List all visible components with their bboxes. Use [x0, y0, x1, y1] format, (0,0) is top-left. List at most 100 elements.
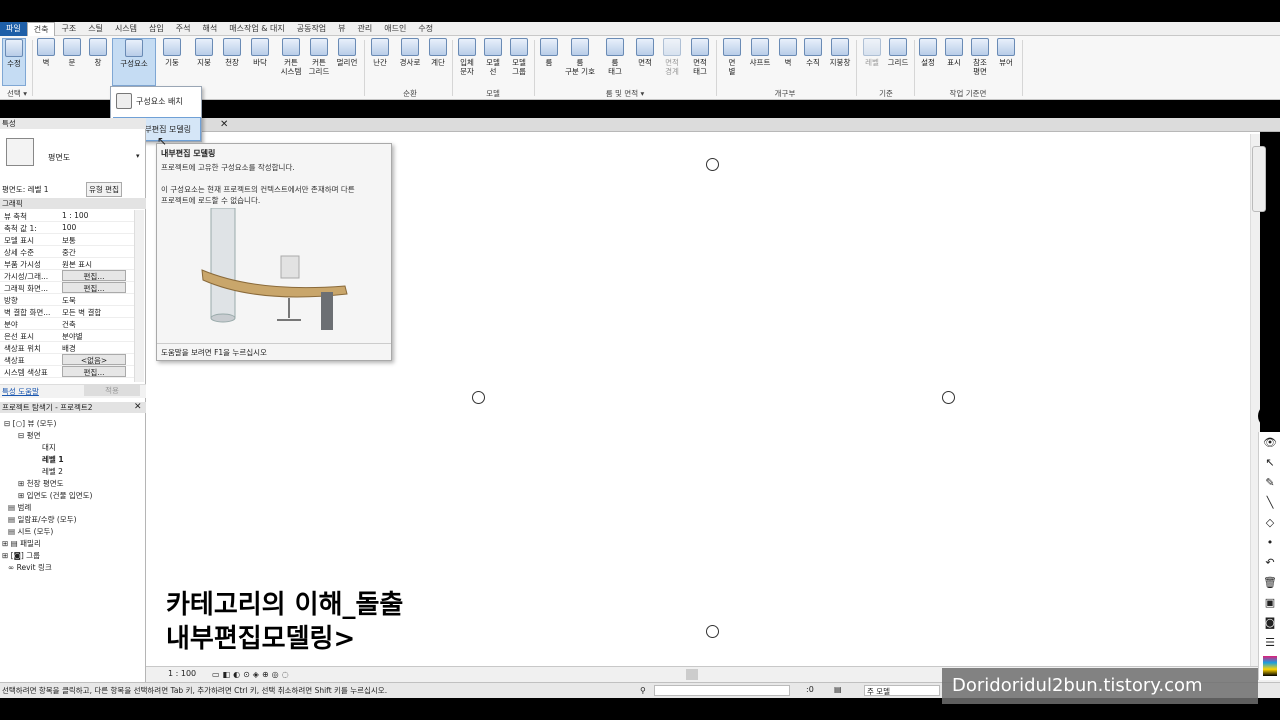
browser-tree-item[interactable]: ⊞ 천장 평면도 [18, 478, 64, 489]
elevation-marker-north[interactable] [706, 158, 719, 171]
browser-tree-item[interactable]: ▤ 시트 (모두) [8, 526, 53, 537]
tab-steel[interactable]: 스틸 [82, 22, 109, 36]
tab-massing-site[interactable]: 매스작업 & 대지 [223, 22, 290, 36]
recorder-toggle[interactable] [1258, 404, 1280, 428]
browser-tree-item[interactable]: 대지 [42, 442, 56, 453]
model-text-button[interactable]: 입체 문자 [455, 38, 479, 76]
column-button[interactable]: 기둥 [160, 38, 184, 67]
viewer-button[interactable]: 뷰어 [994, 38, 1018, 67]
property-row[interactable]: 색상표 <없음> [0, 354, 134, 366]
close-view-icon[interactable]: ✕ [220, 118, 232, 132]
property-value[interactable]: 도북 [62, 295, 126, 306]
door-button[interactable]: 문 [60, 38, 84, 67]
room-area-panel-label[interactable]: 룸 및 면적 ▾ [580, 88, 670, 99]
modify-button[interactable]: 수정 [2, 38, 26, 86]
tab-insert[interactable]: 삽입 [143, 22, 170, 36]
view-control-icons[interactable]: ▭◧◐⊙◈⊕◎◌ [212, 670, 292, 679]
trash-icon[interactable]: 🗑 [1262, 576, 1278, 590]
instance-selector[interactable]: 평면도: 레벨 1 [2, 184, 49, 195]
curtain-system-button[interactable]: 커튼 시스템 [276, 38, 306, 76]
ceiling-button[interactable]: 천장 [220, 38, 244, 67]
line-icon[interactable]: ╲ [1262, 496, 1278, 510]
elevation-marker-east[interactable] [942, 391, 955, 404]
property-value[interactable]: 모든 벽 결합 [62, 307, 126, 318]
show-workplane-button[interactable]: 표시 [942, 38, 966, 67]
elevation-marker-west[interactable] [472, 391, 485, 404]
elevation-marker-south[interactable] [706, 625, 719, 638]
place-component-item[interactable]: 구성요소 배치 [113, 89, 201, 113]
dormer-button[interactable]: 지붕창 [826, 38, 854, 67]
area-tag-button[interactable]: 면적 태그 [688, 38, 712, 76]
type-name[interactable]: 평면도 [48, 152, 70, 163]
close-browser-icon[interactable]: ✕ [134, 402, 142, 412]
ref-plane-button[interactable]: 참조 평면 [968, 38, 992, 76]
properties-scrollbar[interactable] [134, 210, 144, 382]
property-value[interactable]: 중간 [62, 247, 126, 258]
curtain-grid-button[interactable]: 커튼 그리드 [306, 38, 332, 76]
property-row[interactable]: 방향 도북 [0, 294, 134, 306]
browser-tree-item[interactable]: ▤ 범례 [8, 502, 31, 513]
room-separator-button[interactable]: 룸 구분 기호 [563, 38, 597, 76]
type-dropdown-icon[interactable]: ▾ [136, 152, 140, 160]
wall-button[interactable]: 벽 [34, 38, 58, 67]
workset-icon[interactable]: ⚲ [640, 686, 646, 695]
pointer-icon[interactable]: ↖ [1262, 456, 1278, 470]
property-value[interactable]: 원본 표시 [62, 259, 126, 270]
browser-tree-item[interactable]: ∞ Revit 링크 [8, 562, 52, 573]
view-scale[interactable]: 1 : 100 [168, 669, 196, 678]
design-option-icon[interactable]: ▤ [834, 685, 842, 694]
property-value[interactable]: 건축 [62, 319, 126, 330]
railing-button[interactable]: 난간 [368, 38, 392, 67]
tab-file[interactable]: 파일 [0, 21, 27, 36]
select-panel-label[interactable]: 선택 ▾ [2, 88, 32, 99]
model-line-button[interactable]: 모델 선 [481, 38, 505, 76]
component-button[interactable]: 구성요소 [112, 38, 156, 86]
horizontal-scroll-thumb[interactable] [686, 669, 698, 680]
property-row[interactable]: 벽 결합 화면... 모든 벽 결합 [0, 306, 134, 318]
property-value[interactable]: 100 [62, 223, 126, 232]
property-value[interactable]: 배경 [62, 343, 126, 354]
browser-tree-item[interactable]: ⊟ [○] 뷰 (모두) [4, 418, 56, 429]
tab-systems[interactable]: 시스템 [109, 22, 143, 36]
shaft-button[interactable]: 샤프트 [746, 38, 774, 67]
eraser-icon[interactable]: ◇ [1262, 516, 1278, 530]
property-row[interactable]: 모델 표시 보통 [0, 234, 134, 246]
property-edit-button[interactable]: <없음> [62, 354, 126, 365]
graphics-group-header[interactable]: 그래픽 [0, 198, 146, 209]
tab-manage[interactable]: 관리 [352, 22, 379, 36]
property-value[interactable]: 분야별 [62, 331, 126, 342]
property-edit-button[interactable]: 편집... [62, 282, 126, 293]
roof-button[interactable]: 지붕 [192, 38, 216, 67]
camera-icon[interactable]: ◙ [1262, 616, 1278, 630]
browser-tree-item[interactable]: ⊞ 입면도 (건물 입면도) [18, 490, 93, 501]
wall-opening-button[interactable]: 벽 [776, 38, 800, 67]
property-row[interactable]: 분야 건축 [0, 318, 134, 330]
floor-button[interactable]: 바닥 [248, 38, 272, 67]
property-value[interactable]: 1 : 100 [62, 211, 126, 220]
level-button[interactable]: 레벨 [860, 38, 884, 67]
stair-button[interactable]: 계단 [426, 38, 450, 67]
property-row[interactable]: 뷰 축척 1 : 100 [0, 210, 134, 222]
pen-icon[interactable]: ✎ [1262, 476, 1278, 490]
by-face-button[interactable]: 면별 [720, 38, 744, 76]
property-row[interactable]: 시스템 색상표 편집... [0, 366, 134, 378]
property-row[interactable]: 축척 값 1: 100 [0, 222, 134, 234]
apply-button[interactable]: 적용 [84, 385, 140, 396]
set-workplane-button[interactable]: 설정 [916, 38, 940, 67]
tab-annotate[interactable]: 주석 [170, 22, 197, 36]
color-palette-icon[interactable] [1263, 656, 1277, 676]
mullion-button[interactable]: 멀리언 [334, 38, 360, 67]
browser-tree-item[interactable]: 레벨 1 [42, 454, 64, 465]
dot-icon[interactable]: • [1262, 536, 1278, 550]
ramp-button[interactable]: 경사로 [396, 38, 424, 67]
undo-icon[interactable]: ↶ [1262, 556, 1278, 570]
property-row[interactable]: 은선 표시 분야별 [0, 330, 134, 342]
properties-help-link[interactable]: 특성 도움말 [2, 386, 39, 397]
property-edit-button[interactable]: 편집... [62, 270, 126, 281]
tab-analyze[interactable]: 해석 [197, 22, 224, 36]
property-value[interactable]: 보통 [62, 235, 126, 246]
room-tag-button[interactable]: 룸 태그 [603, 38, 627, 76]
notes-icon[interactable]: ☰ [1262, 636, 1278, 650]
property-row[interactable]: 그래픽 화면... 편집... [0, 282, 134, 294]
tab-architecture[interactable]: 건축 [26, 21, 56, 36]
